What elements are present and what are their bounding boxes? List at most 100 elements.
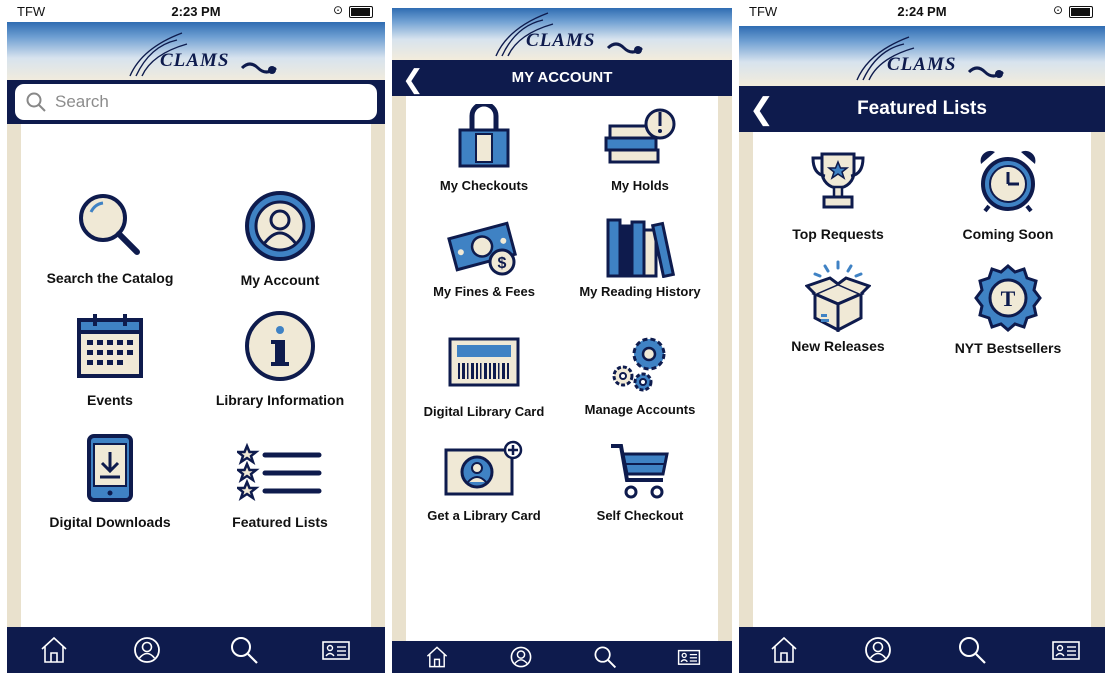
menu-item-digital-downloads[interactable]: Digital Downloads <box>35 434 185 530</box>
tab-account[interactable] <box>132 635 162 665</box>
money-icon: $ <box>447 221 518 276</box>
clams-logo: CLAMS <box>488 8 658 60</box>
list-item-top-requests[interactable]: Top Requests <box>753 148 923 242</box>
featured-lists-screen: TFW 2:24 PM ⊙ CLAMS ❮ Featured Lists Top… <box>739 0 1105 673</box>
my-account-screen: CLAMS ❮ MY ACCOUNT My Checkouts My Holds… <box>392 0 732 673</box>
calendar-icon <box>77 314 143 378</box>
menu-item-my-checkouts[interactable]: My Checkouts <box>406 104 562 193</box>
list-label: Coming Soon <box>962 226 1054 242</box>
status-time: 2:24 PM <box>897 4 947 19</box>
tab-home[interactable] <box>422 645 452 669</box>
app-banner: CLAMS <box>392 8 732 60</box>
open-box-icon <box>805 260 871 332</box>
barcode-card-icon <box>448 337 520 387</box>
menu-item-events[interactable]: Events <box>35 310 185 408</box>
menu-item-my-account[interactable]: My Account <box>205 190 355 288</box>
list-item-nyt-bestsellers[interactable]: T NYT Bestsellers <box>923 264 1093 356</box>
bag-icon <box>458 104 510 168</box>
search-icon <box>959 637 986 664</box>
menu-item-my-reading-history[interactable]: My Reading History <box>562 216 718 299</box>
menu-item-self-checkout[interactable]: Self Checkout <box>562 440 718 523</box>
menu-label: My Fines & Fees <box>433 284 535 299</box>
home-screen: TFW 2:23 PM ⊙ CLAMS Search the <box>7 0 385 673</box>
user-circle-icon <box>245 191 315 261</box>
menu-item-my-holds[interactable]: My Holds <box>562 104 718 193</box>
search-bar[interactable] <box>15 84 377 120</box>
tab-search[interactable] <box>590 645 620 669</box>
svg-text:$: $ <box>498 255 507 272</box>
tab-card[interactable] <box>321 635 351 665</box>
menu-item-featured-lists[interactable]: Featured Lists <box>205 434 355 530</box>
gears-icon <box>612 337 666 392</box>
menu-label: Search the Catalog <box>46 270 174 286</box>
menu-label: Library Information <box>215 392 345 408</box>
star-list-icon <box>237 442 322 502</box>
info-icon <box>245 311 315 381</box>
status-bar: TFW 2:24 PM ⊙ <box>739 0 1105 22</box>
status-time: 2:23 PM <box>171 4 221 19</box>
menu-label: Events <box>87 392 133 408</box>
menu-label: Get a Library Card <box>427 508 541 523</box>
search-input[interactable] <box>53 91 357 113</box>
menu-label: My Reading History <box>579 284 701 299</box>
list-item-new-releases[interactable]: New Releases <box>753 260 923 354</box>
tab-bar <box>392 641 732 673</box>
menu-item-my-fines-fees[interactable]: $ My Fines & Fees <box>406 216 562 299</box>
clams-logo: CLAMS <box>849 32 1019 84</box>
menu-item-library-information[interactable]: Library Information <box>205 310 355 408</box>
menu-item-digital-library-card[interactable]: Digital Library Card <box>406 336 562 419</box>
clams-logo: CLAMS <box>122 28 292 80</box>
id-card-add-icon <box>444 440 523 496</box>
magnifier-icon <box>79 194 140 255</box>
tab-card[interactable] <box>674 645 704 669</box>
search-icon <box>26 92 46 112</box>
account-menu: My Checkouts My Holds $ My Fines & Fees … <box>392 96 732 643</box>
menu-label: Self Checkout <box>596 508 684 523</box>
tab-search[interactable] <box>957 635 987 665</box>
battery-icon <box>349 6 373 18</box>
menu-label: Digital Downloads <box>49 514 171 530</box>
battery-icon <box>1069 6 1093 18</box>
tab-search[interactable] <box>229 635 259 665</box>
app-banner: CLAMS <box>7 22 385 82</box>
tab-home[interactable] <box>39 635 69 665</box>
tab-home[interactable] <box>769 635 799 665</box>
back-button[interactable]: ❮ <box>402 64 424 95</box>
tab-bar <box>7 627 385 673</box>
alarm-clock-icon <box>980 150 1036 213</box>
tab-card[interactable] <box>1051 635 1081 665</box>
tab-account[interactable] <box>863 635 893 665</box>
account-icon <box>865 637 891 663</box>
logo-text: CLAMS <box>887 54 957 75</box>
back-button[interactable]: ❮ <box>749 92 774 127</box>
page-title: Featured Lists <box>857 98 987 119</box>
list-item-coming-soon[interactable]: Coming Soon <box>923 148 1093 242</box>
tab-account[interactable] <box>506 645 536 669</box>
nyt-badge-icon: T <box>974 264 1042 332</box>
home-menu: Search the Catalog My Account Events Lib… <box>7 124 385 627</box>
list-label: NYT Bestsellers <box>954 340 1062 356</box>
card-icon <box>322 641 350 660</box>
home-icon <box>426 646 448 668</box>
rotation-lock-icon: ⊙ <box>332 3 343 17</box>
trophy-icon <box>811 152 865 209</box>
svg-text:T: T <box>1001 286 1016 311</box>
tablet-download-icon <box>87 434 133 502</box>
card-icon <box>677 649 701 665</box>
search-icon <box>231 637 258 664</box>
bookshelf-icon <box>606 218 676 278</box>
menu-item-manage-accounts[interactable]: Manage Accounts <box>562 332 718 417</box>
featured-lists-menu: Top Requests Coming Soon New Releases T … <box>739 132 1105 627</box>
cart-icon <box>611 444 669 499</box>
list-label: Top Requests <box>792 226 884 242</box>
menu-item-get-library-card[interactable]: Get a Library Card <box>406 440 562 523</box>
account-icon <box>134 637 160 663</box>
tab-bar <box>739 627 1105 673</box>
menu-label: My Holds <box>611 178 669 193</box>
page-title: MY ACCOUNT <box>511 69 613 86</box>
menu-item-search-catalog[interactable]: Search the Catalog <box>35 190 185 286</box>
page-header: ❮ Featured Lists <box>739 86 1105 132</box>
page-header: ❮ MY ACCOUNT <box>392 60 732 96</box>
menu-label: My Checkouts <box>439 178 529 193</box>
status-bar: TFW 2:23 PM ⊙ <box>7 0 385 22</box>
